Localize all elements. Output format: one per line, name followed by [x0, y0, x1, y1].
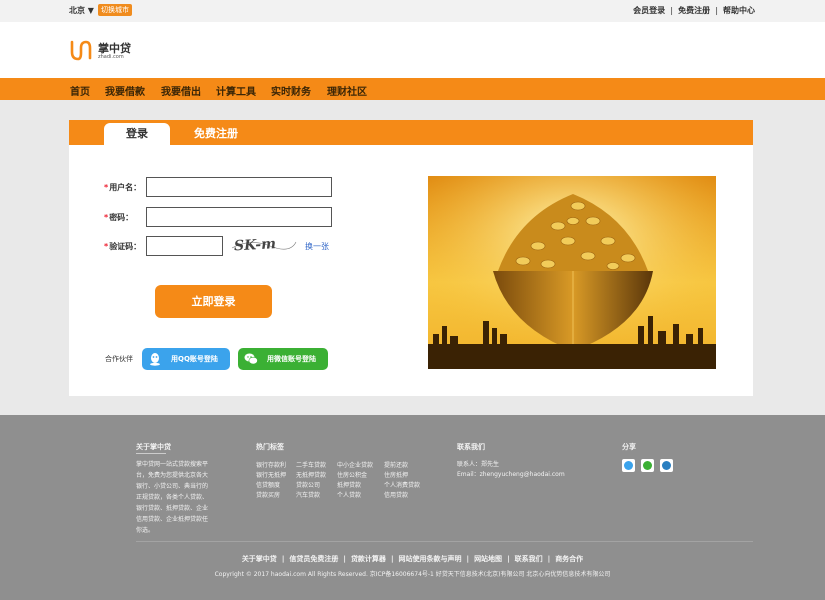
- tag-link[interactable]: 抵押贷款: [337, 480, 361, 489]
- logo-domain: zhadi.com: [98, 54, 124, 60]
- qq-login-button[interactable]: 用QQ账号登陆: [142, 348, 230, 370]
- footer-about-title: 关于掌中贷: [136, 443, 171, 451]
- password-label: *密码：: [104, 213, 134, 222]
- footer-link-calculator[interactable]: 贷款计算器: [351, 555, 386, 563]
- footer-link-about[interactable]: 关于掌中贷: [242, 555, 277, 563]
- footer-contact-title: 联系我们: [457, 443, 485, 451]
- tag-link[interactable]: 提前还款: [384, 460, 408, 469]
- free-register-link[interactable]: 免费注册: [678, 6, 710, 15]
- switch-city-button[interactable]: 切换城市: [98, 4, 132, 16]
- tag-link[interactable]: 信贷额度: [256, 480, 280, 489]
- tab-register[interactable]: 免费注册: [194, 125, 238, 141]
- tag-link[interactable]: 住房公积金: [337, 470, 367, 479]
- wechat-login-label: 用微信账号登陆: [267, 355, 316, 363]
- footer-bottom-links: 关于掌中贷 | 信贷员免费注册 | 贷款计算器 | 网站使用条款与声明 | 网站地图 | 联系我们 |…: [241, 555, 584, 563]
- main-nav: 首页 我要借款 我要借出 计算工具 实时财务 理财社区: [0, 78, 825, 100]
- site-footer: 关于掌中贷 掌中贷网一站式贷款搜索平 台，免费为您提供北京各大 银行、小贷公司、…: [0, 415, 825, 600]
- tag-link[interactable]: 二手车贷款: [296, 460, 326, 469]
- password-input[interactable]: [146, 207, 332, 227]
- captcha-image[interactable]: SK-m: [230, 234, 298, 254]
- nav-community[interactable]: 理财社区: [327, 83, 367, 98]
- hero-image: [428, 176, 716, 369]
- nav-calculator[interactable]: 计算工具: [216, 83, 256, 98]
- tag-link[interactable]: 中小企业贷款: [337, 460, 373, 469]
- tag-link[interactable]: 信用贷款: [384, 490, 408, 499]
- wechat-icon: [244, 353, 258, 365]
- login-tab-bar: 登录 免费注册: [69, 120, 753, 145]
- footer-share-title: 分享: [622, 443, 636, 451]
- footer-link-agent-register[interactable]: 信贷员免费注册: [289, 555, 338, 563]
- logo-mark-icon: [70, 40, 92, 61]
- share-qzone-icon[interactable]: [622, 459, 635, 472]
- tag-link[interactable]: 无抵押贷款: [296, 470, 326, 479]
- share-wechat-icon[interactable]: [641, 459, 654, 472]
- tag-link[interactable]: 贷款买房: [256, 490, 280, 499]
- city-selector[interactable]: 北京 ▼: [69, 5, 94, 16]
- member-login-link[interactable]: 会员登录: [633, 6, 665, 15]
- tag-link[interactable]: 银行无抵押: [256, 470, 286, 479]
- tab-login[interactable]: 登录: [104, 123, 170, 145]
- nav-home[interactable]: 首页: [70, 83, 90, 98]
- tag-link[interactable]: 贷款公司: [296, 480, 320, 489]
- qq-login-label: 用QQ账号登陆: [171, 355, 218, 363]
- footer-about-text: 掌中贷网一站式贷款搜索平 台，免费为您提供北京各大 银行、小贷公司、典当行的 正…: [136, 461, 209, 534]
- refresh-captcha-link[interactable]: 换一张: [305, 241, 329, 252]
- captcha-text: SK-m: [234, 236, 277, 254]
- captcha-label: *验证码：: [104, 242, 142, 251]
- qq-icon: [150, 353, 160, 366]
- tag-link[interactable]: 汽车贷款: [296, 490, 320, 499]
- footer-divider: [136, 453, 166, 454]
- username-label: *用户名：: [104, 183, 142, 192]
- top-bar: 北京 ▼ 切换城市 会员登录 | 免费注册 | 帮助中心: [0, 0, 825, 22]
- tag-link[interactable]: 银行存款利: [256, 460, 286, 469]
- nav-finance[interactable]: 实时财务: [271, 83, 311, 98]
- tag-link[interactable]: 个人消费贷款: [384, 480, 420, 489]
- tag-link[interactable]: 个人贷款: [337, 490, 361, 499]
- footer-separator: [136, 541, 753, 542]
- contact-email[interactable]: Email：zhengyucheng@haodai.com: [457, 469, 565, 480]
- wechat-login-button[interactable]: 用微信账号登陆: [238, 348, 328, 370]
- footer-tags-title: 热门标签: [256, 443, 284, 451]
- help-center-link[interactable]: 帮助中心: [723, 6, 755, 15]
- copyright-text: Copyright © 2017 haodai.com All Rights R…: [214, 571, 611, 578]
- username-input[interactable]: [146, 177, 332, 197]
- nav-lend[interactable]: 我要借出: [161, 83, 201, 98]
- tag-link[interactable]: 住房抵押: [384, 470, 408, 479]
- partner-label: 合作伙伴: [105, 355, 133, 363]
- site-header: 掌中贷 zhadi.com: [0, 22, 825, 78]
- site-logo[interactable]: 掌中贷 zhadi.com: [69, 38, 149, 64]
- footer-link-terms[interactable]: 网站使用条款与声明: [399, 555, 462, 563]
- top-links: 会员登录 | 免费注册 | 帮助中心: [633, 6, 755, 15]
- footer-link-sitemap[interactable]: 网站地图: [474, 555, 502, 563]
- share-tencent-weibo-icon[interactable]: [660, 459, 673, 472]
- footer-link-business[interactable]: 商务合作: [555, 555, 583, 563]
- login-button[interactable]: 立即登录: [155, 285, 272, 318]
- nav-borrow[interactable]: 我要借款: [105, 83, 145, 98]
- captcha-input[interactable]: [146, 236, 223, 256]
- footer-link-contact[interactable]: 联系我们: [515, 555, 543, 563]
